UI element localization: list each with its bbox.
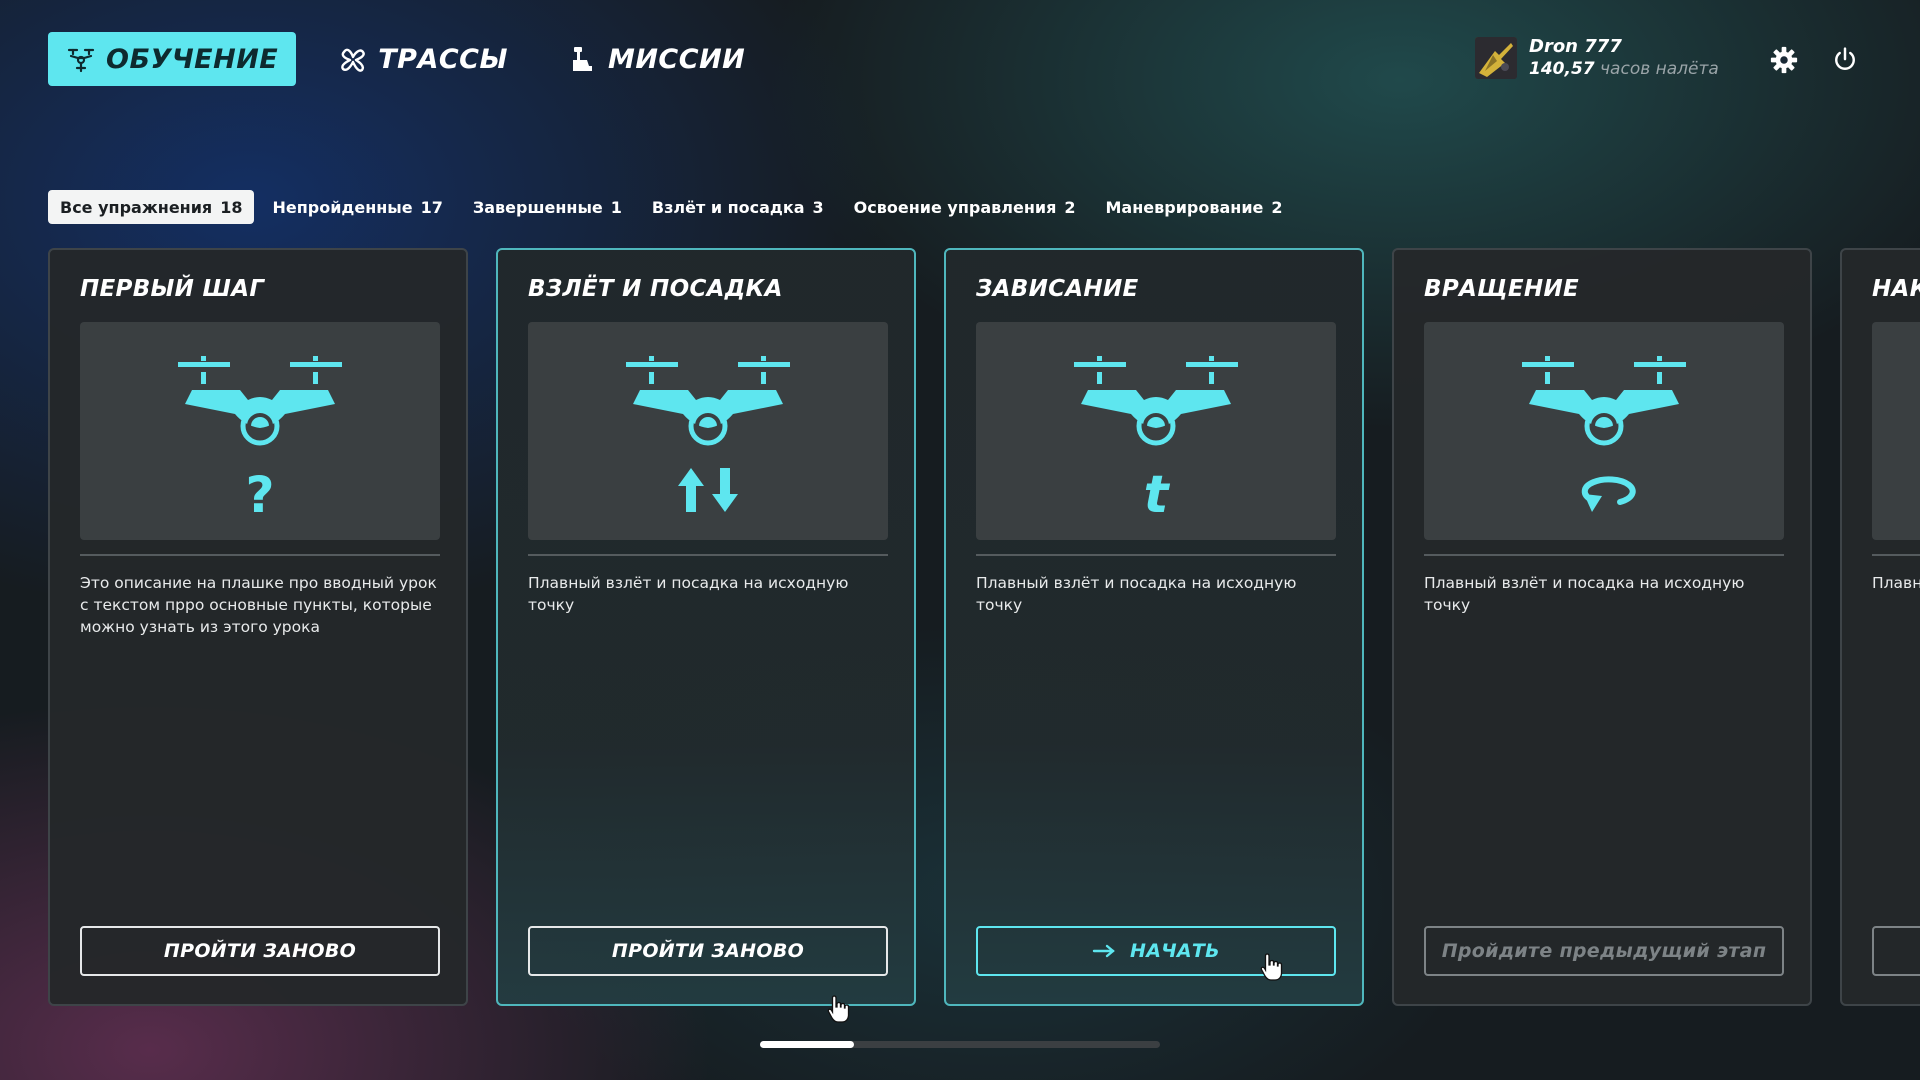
card-illustration: ? [80,322,440,540]
nav-tab-routes[interactable]: ТРАССЫ [320,32,526,86]
start-button[interactable]: НАЧАТЬ [976,926,1336,976]
locked-button: П [1872,926,1920,976]
exercise-card-hovering[interactable]: ЗАВИСАНИЕ t Плавный взлёт и посадка на и… [944,248,1364,1006]
gear-icon [1770,46,1798,74]
card-description: Плавный взлёт и посадка на исходную точк… [976,574,1297,614]
nav-tab-training[interactable]: ОБУЧЕНИЕ [48,32,297,86]
cards-scrollbar[interactable] [760,1041,1160,1048]
nav-tab-label: ОБУЧЕНИЕ [106,43,279,75]
card-symbol: t [1144,465,1171,525]
filter-label: Непройденные [272,197,413,217]
card-title: ЗАВИСАНИЕ [976,276,1139,302]
user-name: Dron 777 [1529,36,1622,57]
card-illustration: t [976,322,1336,540]
nav-tab-missions[interactable]: МИССИИ [550,32,763,86]
avatar [1475,37,1517,79]
arrow-right-icon [1092,944,1115,958]
filter-count: 2 [1271,197,1283,217]
flight-hours-label: часов налёта [1600,59,1719,79]
filter-count: 17 [420,197,443,217]
filter-count: 1 [610,197,622,217]
filter-takeoff-landing[interactable]: Взлёт и посадка 3 [640,190,836,224]
flight-hours: 140,57 часов налёта [1529,58,1719,80]
button-label: Пройдите предыдущий этап [1441,940,1767,962]
filter-label: Завершенные [472,197,603,217]
drone-icon [1872,322,1920,540]
card-divider [528,554,888,556]
filter-incomplete[interactable]: Непройденные 17 [260,190,454,224]
retry-button[interactable]: ПРОЙТИ ЗАНОВО [80,926,440,976]
filter-control[interactable]: Освоение управления 2 [842,190,1088,224]
card-title: НАК [1872,276,1920,302]
button-label: ПРОЙТИ ЗАНОВО [163,940,357,962]
flight-hours-value: 140,57 [1529,59,1595,79]
drone-question-icon: ? [178,356,342,524]
button-label: НАЧАТЬ [1130,940,1220,962]
filter-count: 3 [812,197,824,217]
user-info: Dron 777 140,57 часов налёта [1529,36,1719,80]
exercise-card-takeoff-landing[interactable]: ВЗЛЁТ И ПОСАДКА Плавный взлёт и посадка … [496,248,916,1006]
user-profile[interactable]: Dron 777 140,57 часов налёта [1475,36,1719,80]
mission-icon [572,47,592,71]
card-title: ВРАЩЕНИЕ [1424,276,1579,302]
avatar-icon [1475,37,1517,79]
filter-maneuvering[interactable]: Маневрирование 2 [1094,190,1295,224]
power-icon [1835,47,1855,70]
power-button[interactable] [1829,44,1861,76]
card-title: ПЕРВЫЙ ШАГ [80,276,265,302]
card-illustration [1424,322,1784,540]
filter-count: 2 [1064,197,1076,217]
settings-button[interactable] [1768,44,1800,76]
card-divider [1424,554,1784,556]
exercise-cards: ПЕРВЫЙ ШАГ ? Это описание на плашке про … [48,248,1920,1008]
drone-rotate-icon [1522,356,1686,512]
card-title: ВЗЛЁТ И ПОСАДКА [528,276,783,302]
exercise-card-partial[interactable]: НАК Плавн П [1840,248,1920,1006]
retry-button[interactable]: ПРОЙТИ ЗАНОВО [528,926,888,976]
drone-icon [67,48,95,73]
route-icon [341,48,366,72]
card-description: Плавн [1872,574,1920,592]
drone-up-down-icon [626,356,790,512]
card-divider [1872,554,1920,556]
card-divider [976,554,1336,556]
filter-label: Взлёт и посадка [651,197,805,217]
exercise-card-rotation[interactable]: ВРАЩЕНИЕ Плавный взлёт и посадка на исхо… [1392,248,1812,1006]
card-description: Плавный взлёт и посадка на исходную точк… [1424,574,1745,614]
locked-button: Пройдите предыдущий этап [1424,926,1784,976]
card-illustration [528,322,888,540]
filter-all[interactable]: Все упражнения 18 [48,190,255,224]
card-symbol: ? [245,466,274,524]
nav-tab-label: ТРАССЫ [378,43,508,75]
card-divider [80,554,440,556]
filter-completed[interactable]: Завершенные 1 [461,190,634,224]
scrollbar-thumb[interactable] [760,1041,854,1048]
filter-count: 18 [220,197,243,217]
filter-label: Освоение управления [853,197,1057,217]
card-illustration [1872,322,1920,540]
filter-bar: Все упражнения 18 Непройденные 17 Заверш… [48,190,1295,224]
filter-label: Все упражнения [60,197,213,217]
filter-label: Маневрирование [1105,197,1264,217]
card-description: Это описание на плашке про вводный урок … [80,574,437,636]
drone-time-icon: t [1074,356,1238,525]
button-label: ПРОЙТИ ЗАНОВО [611,940,805,962]
card-description: Плавный взлёт и посадка на исходную точк… [528,574,849,614]
nav-tab-label: МИССИИ [607,43,746,75]
main-nav: ОБУЧЕНИЕ ТРАССЫ МИССИИ [48,32,763,86]
exercise-card-first-step[interactable]: ПЕРВЫЙ ШАГ ? Это описание на плашке про … [48,248,468,1006]
